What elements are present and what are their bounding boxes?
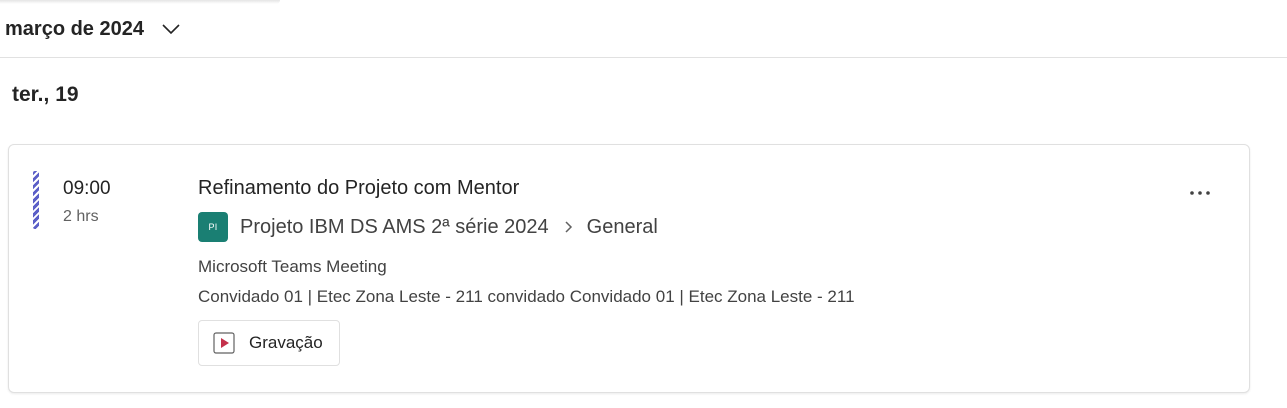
event-attendees: Convidado 01 | Etec Zona Leste - 211 con… <box>198 287 855 306</box>
chevron-down-icon <box>162 24 180 35</box>
team-avatar: PI <box>198 212 228 242</box>
event-start-time: 09:00 <box>63 178 111 199</box>
recording-label: Gravação <box>249 333 323 352</box>
recording-button[interactable]: Gravação <box>198 320 340 366</box>
channel-name: General <box>586 215 658 238</box>
event-duration: 2 hrs <box>63 208 99 225</box>
more-options-icon <box>1190 191 1210 195</box>
channel-breadcrumb[interactable]: PI Projeto IBM DS AMS 2ª série 2024 Gene… <box>198 211 658 243</box>
calendar-header: março de 2024 <box>0 0 1287 58</box>
day-heading: ter., 19 <box>12 83 79 106</box>
event-card[interactable]: 09:00 2 hrs Refinamento do Projeto com M… <box>8 144 1250 393</box>
meeting-type: Microsoft Teams Meeting <box>198 257 387 276</box>
chevron-right-icon <box>565 221 572 233</box>
more-options-button[interactable] <box>1185 181 1215 205</box>
month-picker-button[interactable]: março de 2024 <box>5 14 180 44</box>
month-label: março de 2024 <box>5 17 144 40</box>
event-color-stripe <box>33 171 39 229</box>
event-title[interactable]: Refinamento do Projeto com Mentor <box>198 177 519 200</box>
play-icon <box>213 332 235 354</box>
team-name: Projeto IBM DS AMS 2ª série 2024 <box>240 215 549 238</box>
